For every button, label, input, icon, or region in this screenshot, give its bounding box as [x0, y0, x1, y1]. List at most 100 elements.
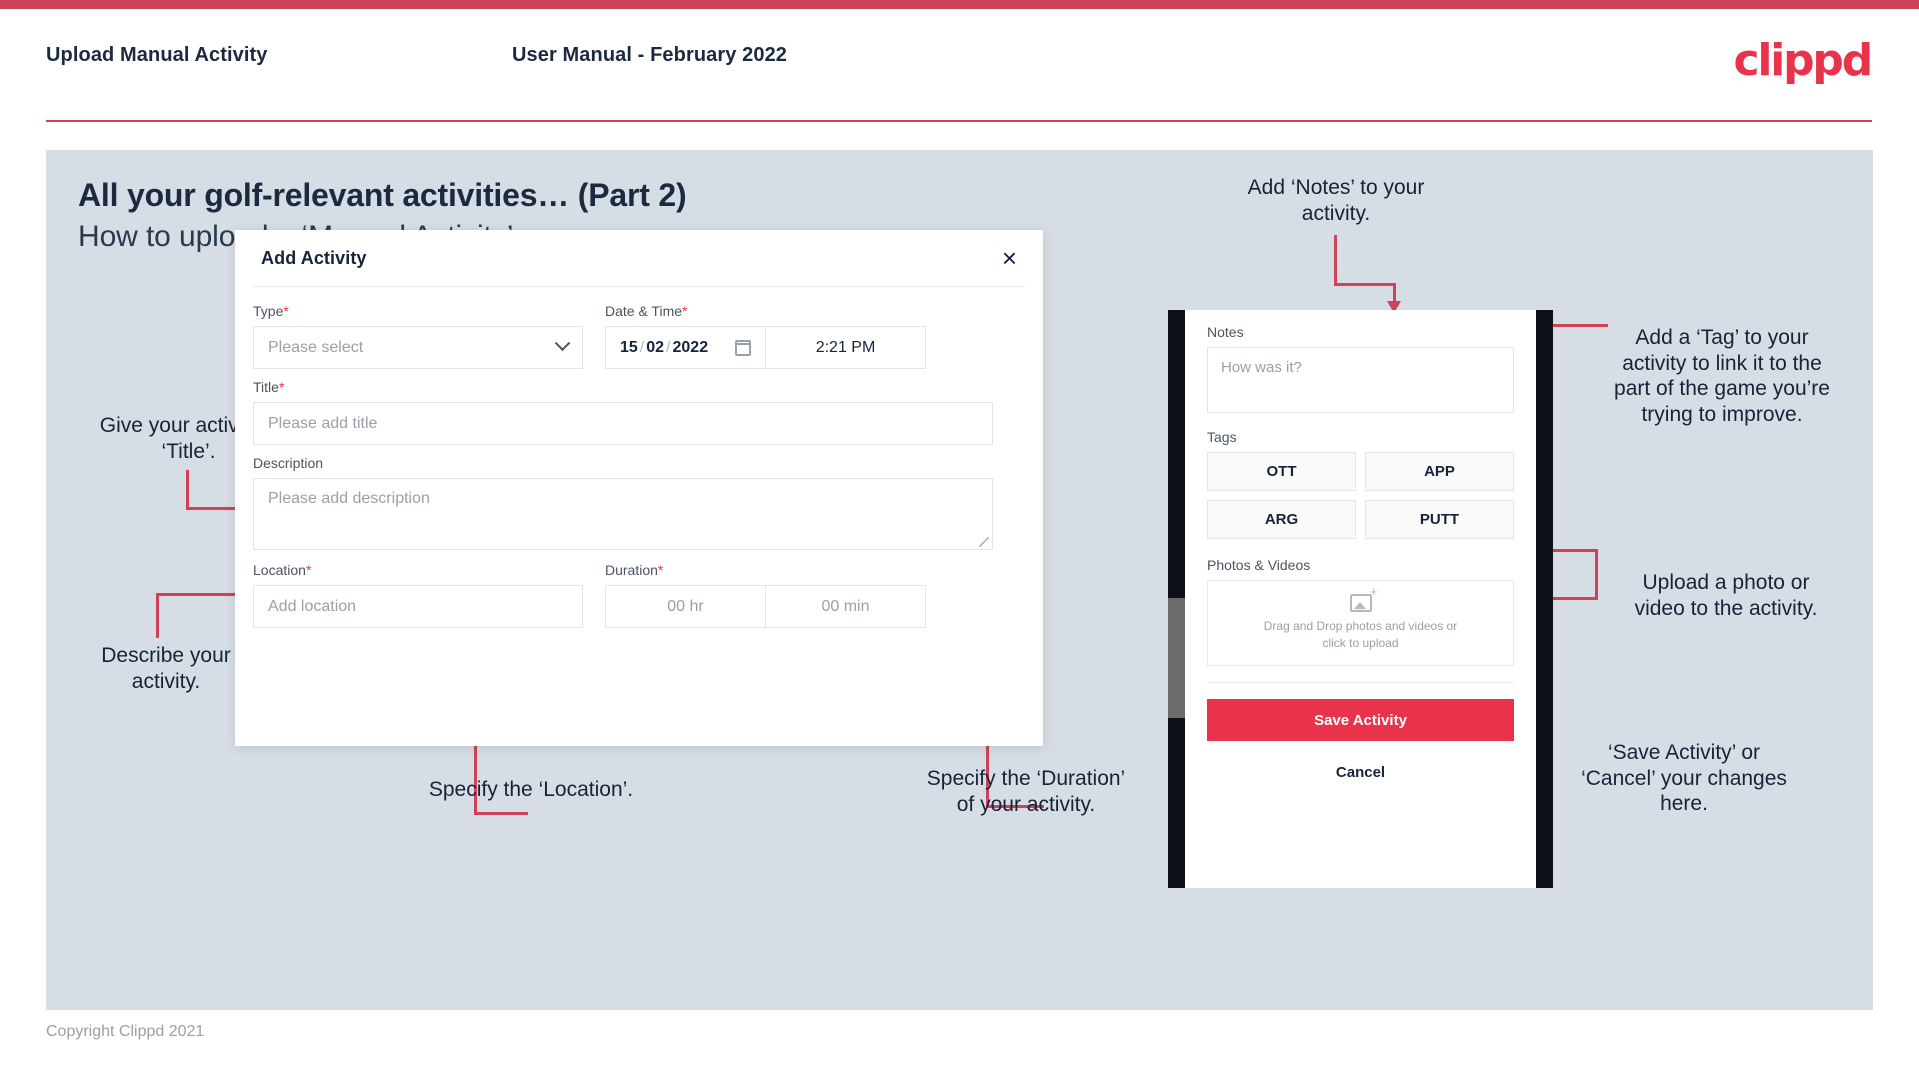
annotation-notes: Add ‘Notes’ to your activity.	[1206, 175, 1466, 226]
field-title: Title* Please add title	[253, 379, 1025, 445]
annotation-save-line1: ‘Save Activity’ or	[1607, 741, 1761, 764]
time-input[interactable]: 2:21 PM	[766, 326, 926, 369]
title-input[interactable]: Please add title	[253, 402, 993, 445]
mobile-mockup: Notes How was it? Tags OTT APP ARG PUTT …	[1168, 310, 1553, 888]
arrow-upload-vertical	[1595, 549, 1598, 599]
arrow-notes-horizontal	[1334, 283, 1396, 286]
header-center-title: User Manual - February 2022	[512, 44, 788, 66]
dropzone-text: Drag and Drop photos and videos or click…	[1264, 618, 1457, 652]
tag-button-arg[interactable]: ARG	[1207, 500, 1356, 539]
clippd-logo: clippd	[1733, 35, 1873, 86]
description-placeholder: Please add description	[268, 490, 430, 507]
duration-inputs: 00 hr 00 min	[605, 585, 926, 628]
annotation-upload: Upload a photo or video to the activity.	[1611, 570, 1841, 621]
add-activity-dialog: Add Activity × Type* Please select Date …	[235, 230, 1043, 746]
photos-videos-label: Photos & Videos	[1207, 557, 1311, 573]
slide-page: Upload Manual Activity User Manual - Feb…	[0, 0, 1919, 1079]
date-value: 15/02/2022	[620, 339, 708, 357]
date-month: 02	[646, 338, 665, 356]
duration-minutes-placeholder: 00 min	[821, 597, 870, 615]
location-required-marker: *	[305, 562, 312, 578]
field-location: Location* Add location	[253, 562, 583, 628]
calendar-icon[interactable]	[735, 339, 751, 356]
arrow-notes-vertical-1	[1334, 235, 1337, 285]
slide-canvas: All your golf-relevant activities… (Part…	[46, 150, 1873, 1010]
datetime-required-marker: *	[682, 303, 688, 319]
top-accent-bar	[0, 0, 1919, 9]
annotation-tag: Add a ‘Tag’ to your activity to link it …	[1612, 325, 1832, 427]
header-left-title: Upload Manual Activity	[46, 44, 268, 66]
duration-minutes-input[interactable]: 00 min	[766, 585, 926, 628]
notes-input[interactable]: How was it?	[1207, 347, 1514, 413]
mobile-screen: Notes How was it? Tags OTT APP ARG PUTT …	[1185, 310, 1536, 888]
date-day: 15	[620, 338, 638, 356]
annotation-duration-line1: Specify the ‘Duration’	[926, 767, 1126, 790]
annotation-notes-line1: Add ‘Notes’ to your	[1247, 176, 1425, 199]
location-label-text: Location	[253, 562, 306, 578]
date-input[interactable]: 15/02/2022	[605, 326, 766, 369]
duration-hours-input[interactable]: 00 hr	[605, 585, 766, 628]
annotation-save-cancel: ‘Save Activity’ or ‘Cancel’ your changes…	[1544, 740, 1824, 817]
title-placeholder: Please add title	[268, 414, 378, 432]
field-type: Type* Please select	[253, 303, 583, 369]
description-label: Description	[253, 455, 1025, 471]
photo-dropzone[interactable]: Drag and Drop photos and videos or click…	[1207, 580, 1514, 666]
resize-handle-icon[interactable]	[979, 537, 989, 547]
title-label-text: Title	[253, 379, 279, 395]
header-divider	[46, 120, 1872, 122]
field-datetime: Date & Time* 15/02/2022 2:21 PM	[605, 303, 926, 369]
datetime-label: Date & Time*	[605, 303, 926, 319]
date-year: 2022	[672, 338, 709, 356]
type-select[interactable]: Please select	[253, 326, 583, 369]
page-header: Upload Manual Activity User Manual - Feb…	[0, 9, 1919, 121]
arrow-title-vertical	[186, 470, 189, 510]
title-label: Title*	[253, 379, 1025, 395]
notes-label: Notes	[1207, 324, 1244, 340]
duration-label: Duration*	[605, 562, 926, 578]
duration-hours-placeholder: 00 hr	[667, 597, 704, 615]
mobile-content: Notes How was it? Tags OTT APP ARG PUTT …	[1185, 310, 1536, 666]
slide-title: All your golf-relevant activities… (Part…	[78, 177, 687, 213]
dialog-header: Add Activity ×	[235, 230, 1043, 286]
duration-label-text: Duration	[605, 562, 658, 578]
arrow-notes-vertical-2	[1393, 283, 1396, 303]
footer-copyright: Copyright Clippd 2021	[46, 1023, 205, 1040]
type-label: Type*	[253, 303, 583, 319]
chevron-down-icon	[554, 335, 571, 352]
notes-placeholder: How was it?	[1221, 359, 1302, 376]
field-description: Description Please add description	[253, 455, 1025, 550]
description-textarea[interactable]: Please add description	[253, 478, 993, 550]
type-select-placeholder: Please select	[268, 338, 364, 356]
location-label: Location*	[253, 562, 583, 578]
tags-label: Tags	[1207, 429, 1237, 445]
form-row-location-duration: Location* Add location Duration* 00 hr 0…	[253, 562, 1025, 638]
datetime-label-text: Date & Time	[605, 303, 683, 319]
duration-required-marker: *	[657, 562, 664, 578]
date-separator-2: /	[666, 338, 671, 356]
dialog-title: Add Activity	[261, 247, 367, 268]
annotation-notes-line2: activity.	[1301, 201, 1371, 225]
save-activity-button[interactable]: Save Activity	[1207, 699, 1514, 741]
location-placeholder: Add location	[268, 597, 357, 615]
close-icon[interactable]: ×	[1002, 245, 1017, 271]
phone-volume-button	[1168, 598, 1185, 718]
tag-button-app[interactable]: APP	[1365, 452, 1514, 491]
annotation-duration: Specify the ‘Duration’ of your activity.	[876, 766, 1176, 817]
dropzone-line2: click to upload	[1322, 636, 1399, 650]
tag-button-ott[interactable]: OTT	[1207, 452, 1356, 491]
tag-button-putt[interactable]: PUTT	[1365, 500, 1514, 539]
annotation-tag-text: Add a ‘Tag’ to your activity to link it …	[1614, 326, 1830, 426]
annotation-save-line3: here.	[1660, 792, 1708, 816]
date-separator-1: /	[639, 338, 645, 356]
type-required-marker: *	[283, 303, 289, 319]
dropzone-line1: Drag and Drop photos and videos or	[1263, 619, 1458, 634]
title-required-marker: *	[278, 379, 285, 395]
annotation-upload-line2: video to the activity.	[1634, 596, 1818, 620]
annotation-location: Specify the ‘Location’.	[376, 777, 686, 803]
location-input[interactable]: Add location	[253, 585, 583, 628]
annotation-location-text: Specify the ‘Location’.	[428, 778, 634, 801]
type-label-text: Type	[253, 303, 284, 319]
arrow-desc-vertical	[156, 593, 159, 638]
activity-form: Type* Please select Date & Time* 15 / 02…	[235, 287, 1043, 638]
cancel-button[interactable]: Cancel	[1185, 764, 1536, 781]
